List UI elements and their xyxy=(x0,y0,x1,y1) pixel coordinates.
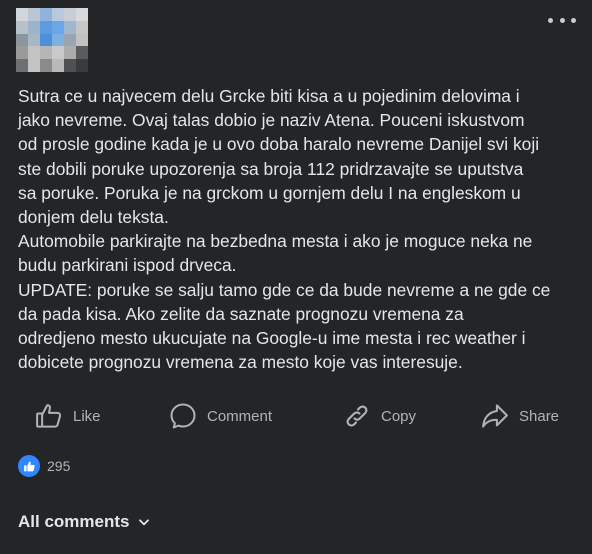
action-bar: Like Comment Copy Share xyxy=(0,396,592,436)
dot xyxy=(548,17,553,23)
reaction-count: 295 xyxy=(47,458,71,474)
like-button[interactable]: Like xyxy=(34,396,101,436)
like-reaction-icon xyxy=(18,455,40,477)
share-button[interactable]: Share xyxy=(480,396,559,436)
reaction-summary[interactable]: 295 xyxy=(18,455,70,477)
dot xyxy=(559,17,565,23)
copy-label: Copy xyxy=(381,407,417,425)
avatar[interactable] xyxy=(16,8,88,72)
comment-label: Comment xyxy=(207,407,273,425)
copy-button[interactable]: Copy xyxy=(342,396,416,436)
link-icon xyxy=(346,405,368,427)
thumbs-up-icon xyxy=(36,404,62,428)
share-label: Share xyxy=(519,407,560,425)
comment-button[interactable]: Comment xyxy=(168,396,272,436)
post-text: Sutra ce u najvecem delu Grcke biti kisa… xyxy=(18,86,551,373)
share-arrow-icon xyxy=(482,404,508,428)
all-comments-dropdown[interactable]: All comments xyxy=(18,512,151,532)
dot xyxy=(571,17,576,23)
all-comments-label: All comments xyxy=(18,512,130,531)
comment-bubble-icon xyxy=(170,403,196,429)
more-options-icon[interactable] xyxy=(548,12,576,28)
like-label: Like xyxy=(73,407,101,425)
chevron-down-icon xyxy=(139,519,150,526)
